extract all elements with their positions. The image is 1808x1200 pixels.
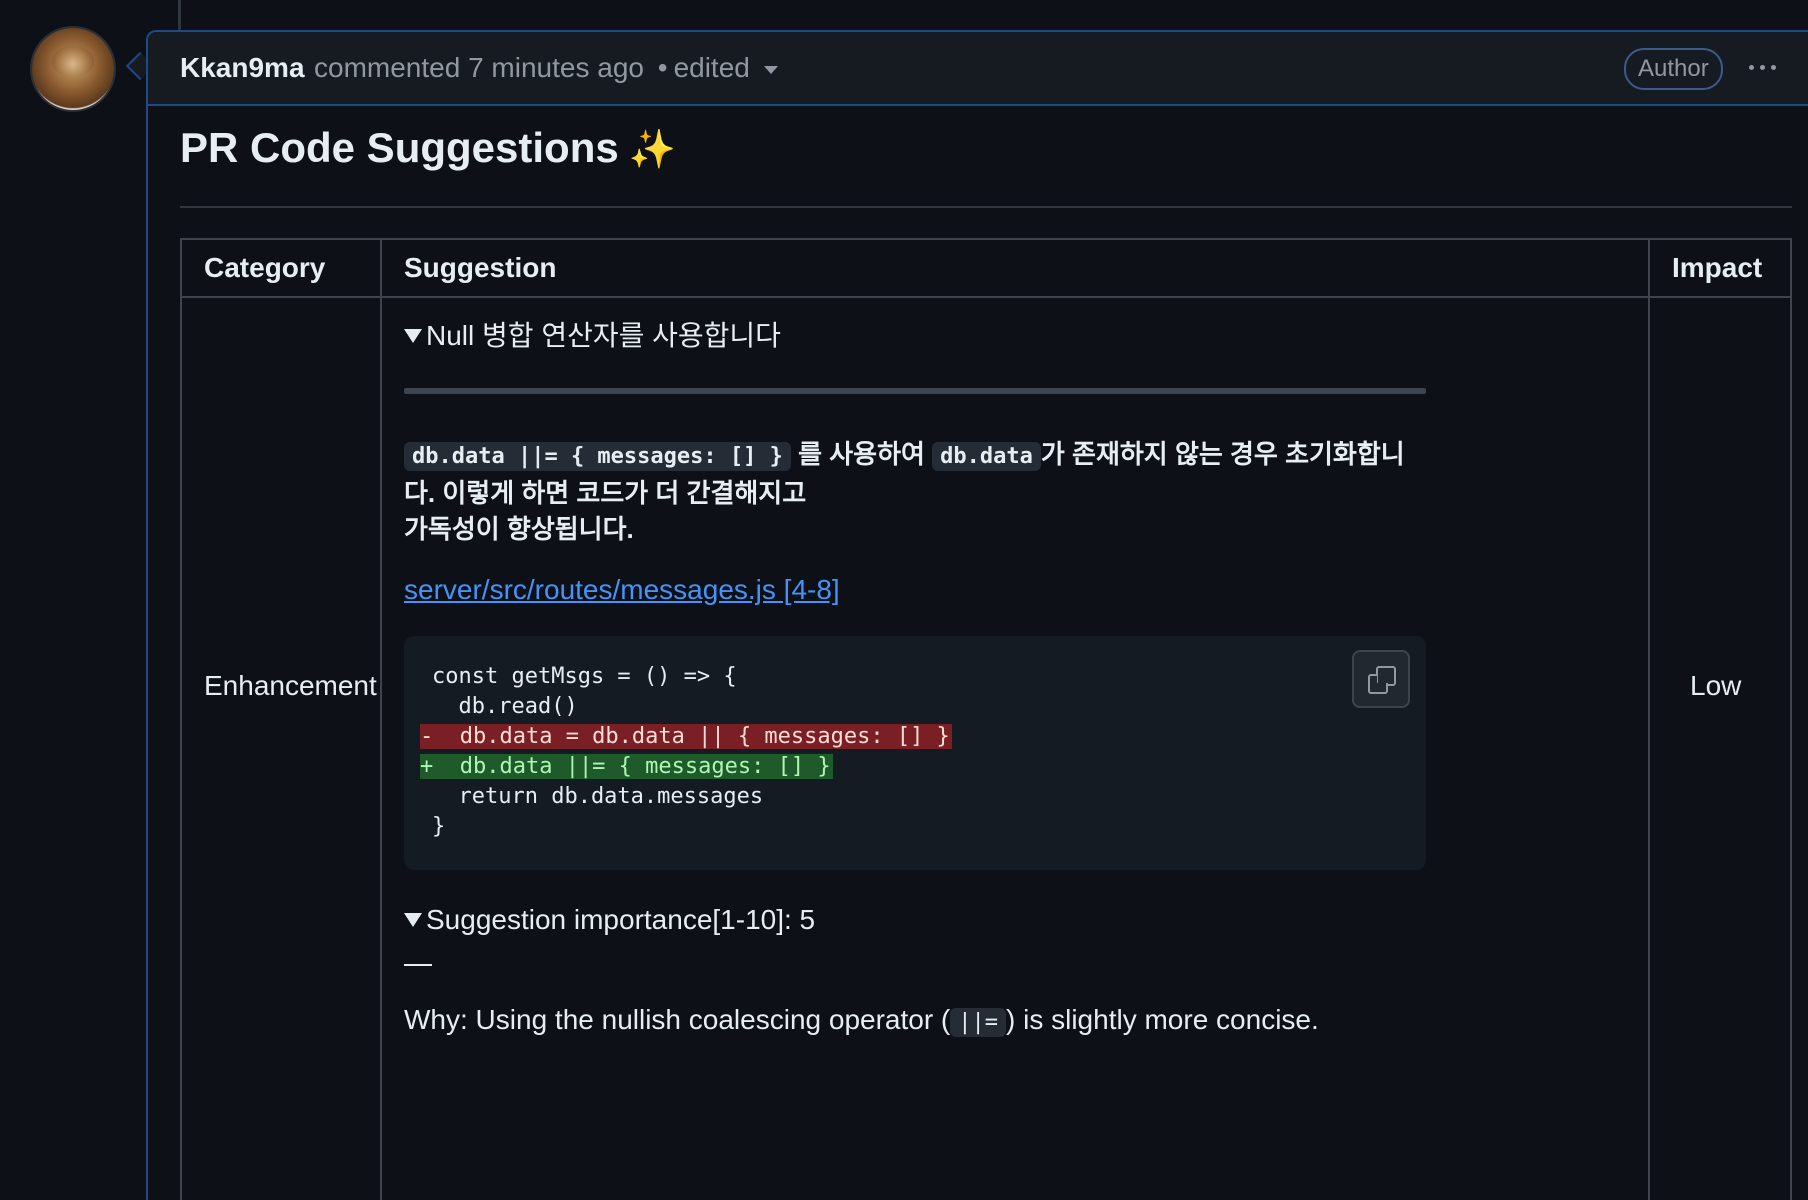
suggestion-divider — [404, 388, 1426, 394]
description-text: 를 사용하여 — [798, 439, 925, 469]
suggestion-description: db.data ||= { messages: [] } 를 사용하여 db.d… — [404, 436, 1424, 547]
pr-comment-page: Kkan9ma commented 7 minutes ago • edited … — [0, 0, 1808, 1200]
description-text: 가독성이 향상됩니다. — [404, 514, 634, 544]
comment-action: commented — [314, 52, 461, 83]
comment-box: Kkan9ma commented 7 minutes ago • edited … — [146, 30, 1808, 1200]
cell-category: Enhancement — [204, 670, 377, 701]
timeline-line — [178, 0, 181, 30]
file-link[interactable]: server/src/routes/messages.js [4-8] — [404, 574, 840, 606]
why-text: Why: Using the nullish coalescing operat… — [404, 1004, 1319, 1037]
code-line-removed: - db.data = db.data || { messages: [] } — [420, 722, 952, 752]
edited-label: edited — [673, 52, 750, 83]
title-text: PR Code Suggestions — [180, 124, 619, 171]
header-category: Category — [204, 252, 326, 283]
comment-meta: commented 7 minutes ago • edited — [314, 52, 778, 84]
avatar-image — [52, 46, 94, 76]
kebab-horizontal-icon[interactable] — [1742, 50, 1782, 84]
suggestion-summary: Null 병합 연산자를 사용합니다 — [426, 320, 781, 351]
inline-code: db.data ||= { messages: [] } — [404, 442, 791, 471]
code-text-removed: - db.data = db.data || { messages: [] } — [420, 724, 952, 749]
chevron-down-icon — [763, 65, 778, 74]
code-text: return db.data.messages — [432, 784, 764, 809]
code-line: const getMsgs = () => { — [432, 662, 952, 692]
avatar[interactable] — [32, 28, 114, 110]
code-text: const getMsgs = () => { — [432, 664, 737, 689]
importance-summary: Suggestion importance[1-10]: 5 — [426, 904, 816, 935]
suggestions-table: Category Suggestion Impact Enhancement L… — [180, 238, 1792, 1200]
header-suggestion: Suggestion — [404, 252, 557, 283]
code-diff-block: const getMsgs = () => { db.read() - db.d… — [404, 636, 1426, 870]
meta-separator: • — [657, 52, 668, 83]
code-text: db.read() — [432, 694, 578, 719]
comment-time[interactable]: 7 minutes ago — [468, 52, 644, 83]
page-title: PR Code Suggestions ✨ — [180, 124, 676, 172]
code-line: return db.data.messages — [432, 782, 952, 812]
why-suffix: ) is slightly more concise. — [1006, 1004, 1319, 1035]
sparkles-icon: ✨ — [628, 129, 677, 171]
author-badge: Author — [1624, 48, 1723, 90]
triangle-down-icon — [404, 329, 422, 343]
cell-impact: Low — [1690, 670, 1742, 701]
author-name[interactable]: Kkan9ma — [180, 52, 305, 84]
copy-button[interactable] — [1352, 650, 1410, 708]
em-dash-separator — [404, 964, 432, 966]
code-line: } — [432, 812, 952, 842]
edited-dropdown[interactable]: edited — [674, 52, 778, 83]
code-lines: const getMsgs = () => { db.read() - db.d… — [420, 662, 952, 842]
why-prefix: Why: Using the nullish coalescing operat… — [404, 1004, 951, 1035]
triangle-down-icon — [404, 913, 422, 927]
copy-icon — [1368, 666, 1396, 694]
importance-summary-toggle[interactable]: Suggestion importance[1-10]: 5 — [404, 904, 815, 936]
code-text: } — [432, 814, 446, 839]
code-line-added: + db.data ||= { messages: [] } — [420, 752, 952, 782]
header-divider — [182, 296, 1790, 298]
column-divider — [1648, 240, 1650, 1200]
code-line: db.read() — [432, 692, 952, 722]
code-text-added: + db.data ||= { messages: [] } — [420, 754, 833, 779]
inline-code: ||= — [950, 1008, 1007, 1037]
inline-code: db.data — [932, 442, 1041, 471]
suggestion-summary-toggle[interactable]: Null 병합 연산자를 사용합니다 — [404, 314, 781, 354]
comment-header: Kkan9ma commented 7 minutes ago • edited … — [148, 32, 1808, 106]
column-divider — [380, 240, 382, 1200]
header-impact: Impact — [1672, 252, 1763, 283]
title-divider — [180, 206, 1792, 208]
